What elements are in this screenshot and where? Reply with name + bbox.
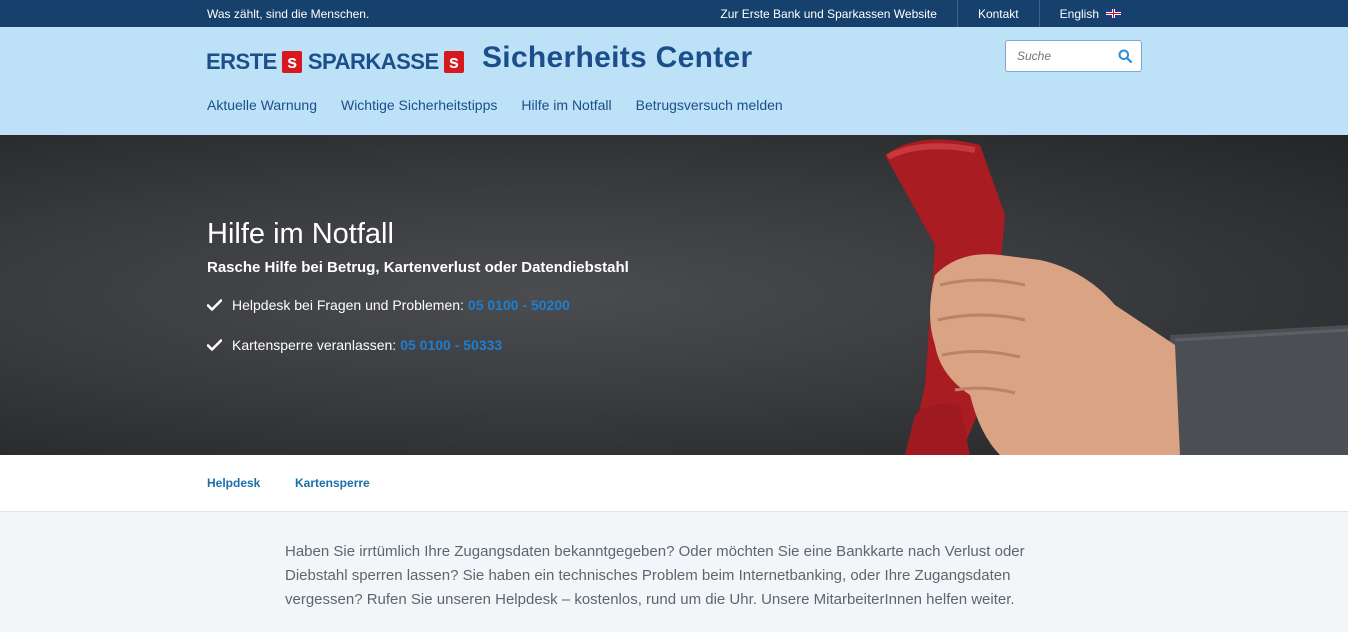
contact-link[interactable]: Kontakt bbox=[956, 0, 1039, 27]
search-box bbox=[1005, 40, 1142, 72]
erste-website-link[interactable]: Zur Erste Bank und Sparkassen Website bbox=[700, 0, 957, 27]
hero-subtitle: Rasche Hilfe bei Betrug, Kartenverlust o… bbox=[207, 259, 629, 276]
hero-item-text: Kartensperre veranlassen: bbox=[232, 337, 397, 353]
hero-item-kartensperre: Kartensperre veranlassen: 05 0100 - 5033… bbox=[207, 337, 502, 353]
search-icon[interactable] bbox=[1118, 49, 1132, 63]
language-label: English bbox=[1059, 6, 1099, 21]
contact-link-label: Kontakt bbox=[977, 6, 1019, 21]
nav-betrugsversuch-melden[interactable]: Betrugsversuch melden bbox=[636, 97, 783, 113]
top-links: Zur Erste Bank und Sparkassen Website Ko… bbox=[700, 0, 1141, 27]
section-tabs: Helpdesk Kartensperre bbox=[0, 455, 1348, 512]
uk-flag-icon bbox=[1106, 9, 1121, 18]
nav-sicherheitstipps[interactable]: Wichtige Sicherheitstipps bbox=[341, 97, 497, 113]
main-nav: Aktuelle Warnung Wichtige Sicherheitstip… bbox=[207, 97, 783, 113]
sparkasse-s-icon: s bbox=[281, 51, 302, 73]
hero-item-helpdesk: Helpdesk bei Fragen und Problemen: 05 01… bbox=[207, 297, 570, 313]
logo-erste: ERSTE bbox=[206, 49, 277, 74]
hero-item-text: Helpdesk bei Fragen und Problemen: bbox=[232, 297, 464, 313]
helpdesk-phone-link[interactable]: 05 0100 - 50200 bbox=[468, 297, 570, 313]
tab-kartensperre[interactable]: Kartensperre bbox=[295, 476, 370, 490]
nav-hilfe-im-notfall[interactable]: Hilfe im Notfall bbox=[521, 97, 611, 113]
logo-sparkasse: SPARKASSE bbox=[307, 49, 439, 74]
erste-sparkasse-logo[interactable]: ERSTE s SPARKASSE s bbox=[206, 49, 470, 75]
tagline: Was zählt, sind die Menschen. bbox=[207, 7, 370, 21]
kartensperre-phone-link[interactable]: 05 0100 - 50333 bbox=[400, 337, 502, 353]
hand-holding-phone-image bbox=[885, 139, 1348, 455]
site-title: Sicherheits Center bbox=[482, 41, 753, 74]
check-icon bbox=[207, 339, 222, 351]
hero-title: Hilfe im Notfall bbox=[207, 218, 394, 250]
hero-banner: Hilfe im Notfall Rasche Hilfe bei Betrug… bbox=[0, 135, 1348, 455]
search-input[interactable] bbox=[1017, 41, 1117, 71]
intro-paragraph: Haben Sie irrtümlich Ihre Zugangsdaten b… bbox=[285, 543, 1025, 608]
erste-website-link-label: Zur Erste Bank und Sparkassen Website bbox=[720, 6, 937, 21]
nav-aktuelle-warnung[interactable]: Aktuelle Warnung bbox=[207, 97, 317, 113]
top-bar: Was zählt, sind die Menschen. Zur Erste … bbox=[0, 0, 1348, 27]
header: ERSTE s SPARKASSE s Sicherheits Center A… bbox=[0, 27, 1348, 135]
language-english-link[interactable]: English bbox=[1038, 0, 1141, 27]
sparkasse-s-icon: s bbox=[443, 51, 464, 73]
tab-helpdesk[interactable]: Helpdesk bbox=[207, 476, 260, 490]
check-icon bbox=[207, 299, 222, 311]
